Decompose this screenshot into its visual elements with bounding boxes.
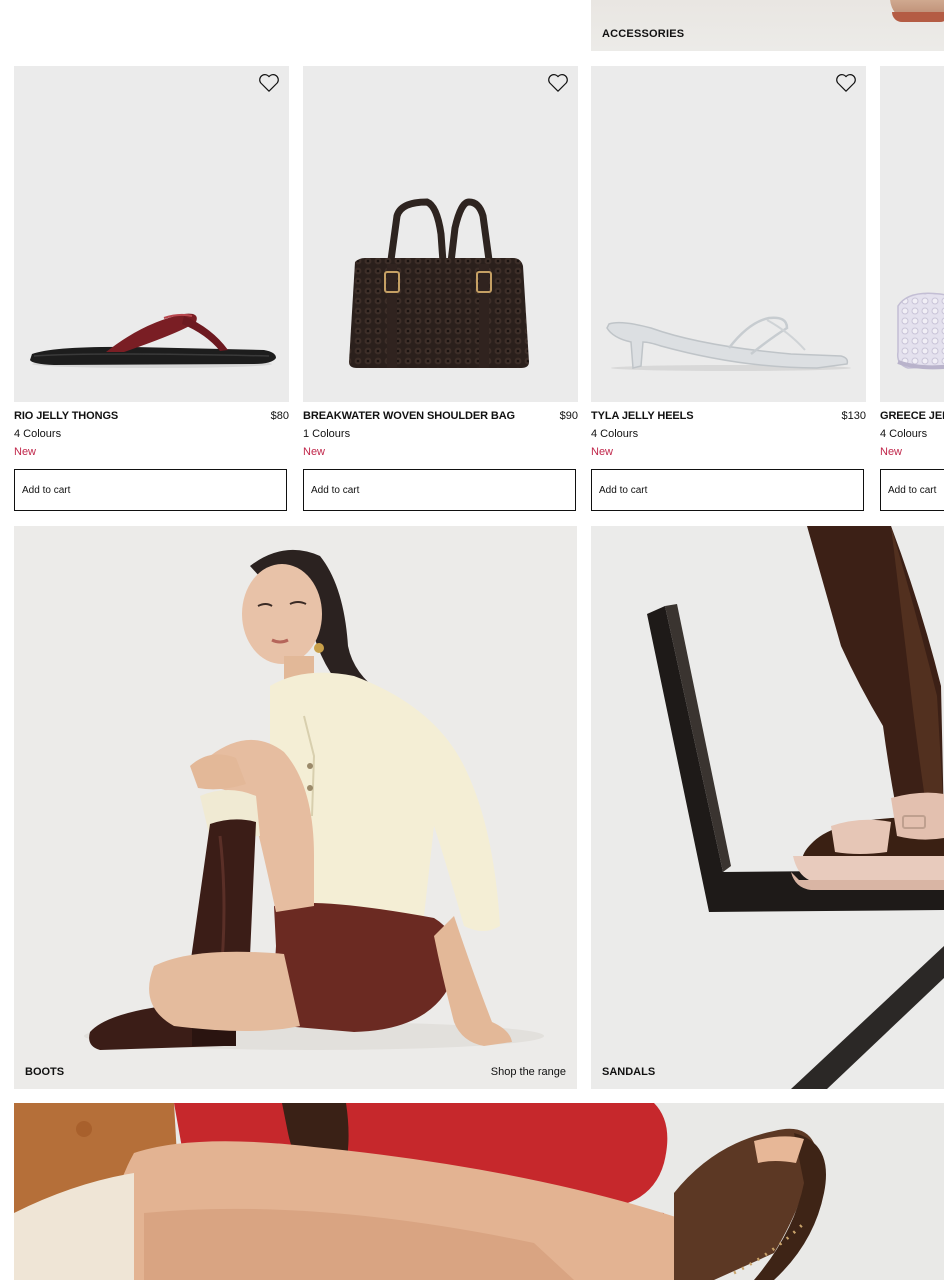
product-price: $80: [270, 410, 289, 422]
add-to-cart-button[interactable]: Add to cart: [303, 469, 576, 511]
add-to-cart-button[interactable]: Add to cart: [14, 469, 287, 511]
product-image[interactable]: [880, 66, 944, 402]
product-image[interactable]: [591, 66, 866, 402]
product-card[interactable]: RIO JELLY THONGS $80 4 Colours New Add t…: [14, 66, 289, 513]
add-to-cart-button[interactable]: Add to cart: [591, 469, 864, 511]
product-colours: 4 Colours: [14, 428, 62, 440]
wishlist-heart-icon[interactable]: [547, 73, 569, 93]
product-image[interactable]: [14, 66, 289, 402]
lounge-model-image: [14, 1103, 826, 1280]
wishlist-heart-icon[interactable]: [258, 73, 280, 93]
add-to-cart-label: Add to cart: [888, 484, 937, 496]
wishlist-heart-icon[interactable]: [835, 73, 857, 93]
product-price: $130: [841, 410, 866, 422]
product-price: $90: [559, 410, 578, 422]
sandals-label: SANDALS: [602, 1066, 656, 1078]
product-colours: 4 Colours: [591, 428, 639, 440]
sandals-category-tile[interactable]: SANDALS: [591, 526, 944, 1089]
thong-sandal-image: [30, 313, 276, 368]
sandal-sole-image: [892, 12, 944, 22]
clear-heel-image: [606, 316, 851, 371]
add-to-cart-label: Add to cart: [599, 484, 648, 496]
accessories-label: ACCESSORIES: [602, 28, 685, 40]
new-badge: New: [591, 446, 614, 458]
product-card[interactable]: GREECE JEL 4 Colours New Add to cart: [880, 66, 944, 513]
new-badge: New: [14, 446, 37, 458]
product-colours: 1 Colours: [303, 428, 351, 440]
product-colours: 4 Colours: [880, 428, 928, 440]
product-name[interactable]: TYLA JELLY HEELS: [591, 410, 694, 422]
jelly-flat-image: [896, 292, 944, 370]
boots-model-image: [84, 549, 544, 1050]
product-image[interactable]: [303, 66, 578, 402]
add-to-cart-label: Add to cart: [22, 484, 71, 496]
add-to-cart-label: Add to cart: [311, 484, 360, 496]
add-to-cart-button[interactable]: Add to cart: [880, 469, 944, 511]
accessories-banner[interactable]: ACCESSORIES: [591, 0, 944, 51]
shop-the-range-link[interactable]: Shop the range: [491, 1066, 566, 1078]
product-name[interactable]: GREECE JEL: [880, 410, 944, 422]
boots-label: BOOTS: [25, 1066, 65, 1078]
product-name[interactable]: BREAKWATER WOVEN SHOULDER BAG: [303, 410, 515, 422]
lifestyle-banner[interactable]: [14, 1103, 944, 1280]
product-card[interactable]: BREAKWATER WOVEN SHOULDER BAG $90 1 Colo…: [303, 66, 578, 513]
woven-bag-image: [349, 198, 529, 368]
boots-category-tile[interactable]: BOOTS Shop the range: [14, 526, 577, 1089]
sandals-model-image: [647, 526, 944, 1089]
new-badge: New: [303, 446, 326, 458]
product-card[interactable]: TYLA JELLY HEELS $130 4 Colours New Add …: [591, 66, 866, 513]
product-name[interactable]: RIO JELLY THONGS: [14, 410, 118, 422]
new-badge: New: [880, 446, 903, 458]
